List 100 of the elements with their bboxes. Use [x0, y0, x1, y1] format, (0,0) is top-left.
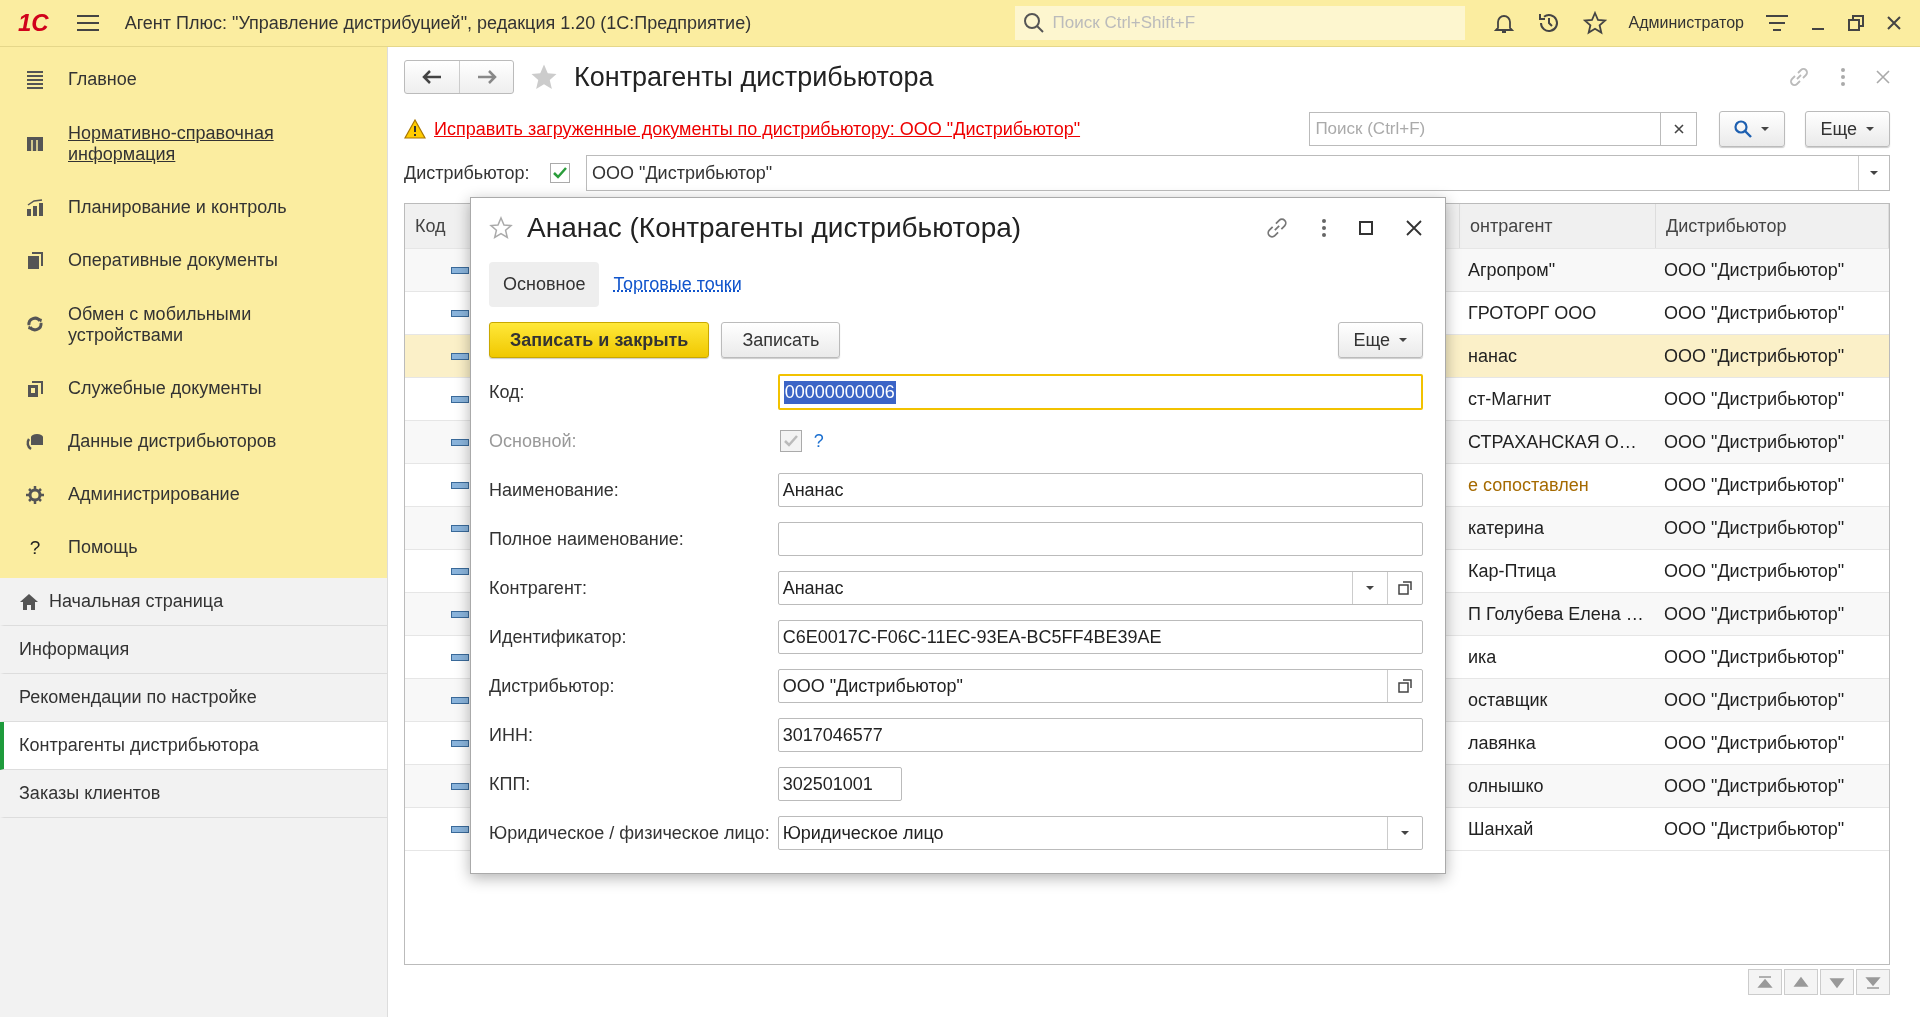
input-field[interactable]: 00000000006: [777, 374, 1423, 410]
star-icon[interactable]: [489, 216, 513, 240]
link-icon[interactable]: [1265, 216, 1289, 240]
window-title: Агент Плюс: "Управление дистрибуцией", редакция 1.20 (1С:Предприятие): [124, 12, 752, 34]
open-window-tab[interactable]: Контрагенты дистрибьютора: [0, 722, 387, 770]
filter-checkbox[interactable]: [550, 163, 570, 183]
dialog-title: Ананас (Контрагенты дистрибьютора): [527, 212, 1022, 244]
item-icon: [451, 739, 469, 747]
open-window-icon: [1398, 581, 1412, 595]
scroll-bottom-button[interactable]: [1856, 969, 1890, 995]
input-field[interactable]: Юридическое лицо: [777, 816, 1423, 850]
item-icon: [451, 309, 469, 317]
table-cell-text: ГРОТОРГ ООО: [1467, 302, 1598, 324]
table-cell-text: ООО "Дистрибьютор": [1663, 259, 1846, 281]
table-cell-text: олнышко: [1467, 775, 1545, 797]
input-field[interactable]: 3017046577: [777, 718, 1423, 752]
maximize-icon[interactable]: [1359, 221, 1373, 235]
column-header[interactable]: Дистрибьютор: [1656, 204, 1889, 248]
page-title: Контрагенты дистрибьютора: [574, 61, 934, 93]
search-input[interactable]: Поиск Ctrl+Shift+F: [1050, 7, 1457, 39]
search-field[interactable]: Поиск (Ctrl+F): [1309, 112, 1662, 146]
dropdown-caret-icon: [1869, 170, 1879, 176]
restore-icon[interactable]: [1848, 15, 1864, 31]
first-arrow-icon: [1756, 974, 1774, 990]
scroll-top-button[interactable]: [1748, 969, 1782, 995]
section-link[interactable]: Планирование и контроль: [68, 197, 287, 218]
section-link[interactable]: Данные дистрибьюторов: [68, 431, 277, 452]
bell-icon[interactable]: [1492, 12, 1515, 34]
filter-combobox[interactable]: ООО "Дистрибьютор": [586, 155, 1890, 191]
item-icon: [451, 782, 469, 790]
section-link[interactable]: Оперативные документы: [68, 250, 279, 271]
table-cell-text: ООО "Дистрибьютор": [1663, 388, 1846, 410]
table-cell-text: лавянка: [1467, 732, 1537, 754]
caret-icon: [1865, 126, 1875, 132]
clear-button[interactable]: [1661, 112, 1698, 146]
input-field[interactable]: 302501001: [777, 767, 902, 801]
table-cell-text: ООО "Дистрибьютор": [1663, 818, 1846, 840]
section-link[interactable]: Служебные документы: [68, 378, 262, 399]
table-cell-text: оставщик: [1467, 689, 1549, 711]
settings-menu-icon[interactable]: [1766, 14, 1788, 32]
home-icon: [19, 592, 39, 611]
input-field[interactable]: ООО "Дистрибьютор": [777, 669, 1423, 703]
caret-icon: [1398, 337, 1408, 343]
table-cell-text: Кар-Птица: [1467, 560, 1558, 582]
more-icon[interactable]: [1321, 218, 1327, 238]
app-logo: 1С: [18, 9, 49, 37]
menu-icon[interactable]: [76, 14, 99, 32]
tab[interactable]: Основное: [489, 261, 600, 307]
input-field[interactable]: Ананас: [777, 571, 1423, 605]
input-field[interactable]: Ананас: [777, 473, 1423, 507]
close-icon: [1673, 124, 1684, 134]
item-icon: [451, 825, 469, 833]
search-bar[interactable]: Поиск Ctrl+Shift+F: [1014, 6, 1465, 40]
section-link[interactable]: Помощь: [68, 537, 138, 558]
more-button[interactable]: Еще: [1338, 322, 1423, 358]
item-icon: [451, 481, 469, 489]
table-cell-text: нанас: [1467, 345, 1518, 367]
table-cell-text: ика: [1467, 646, 1498, 668]
search-icon: [1022, 12, 1045, 34]
field-label: Наименование:: [489, 478, 620, 502]
table-cell-text: ООО "Дистрибьютор": [1663, 689, 1846, 711]
save-and-close-button[interactable]: Записать и закрыть: [489, 322, 710, 358]
bar-chart-icon: [24, 196, 46, 219]
item-icon: [451, 352, 469, 360]
table-cell-text: ООО "Дистрибьютор": [1663, 560, 1846, 582]
dropdown-caret-icon: [1365, 585, 1375, 591]
column-header[interactable]: онтрагент: [1460, 204, 1656, 248]
open-window-icon: [1398, 679, 1412, 693]
user-name[interactable]: Администратор: [1628, 14, 1744, 32]
field-label: ИНН:: [489, 723, 534, 747]
item-icon: [451, 610, 469, 618]
section-link[interactable]: Главное: [68, 69, 137, 90]
input-field[interactable]: C6E0017C-F06C-11EC-93EA-BC5FF4BE39AE: [777, 620, 1423, 654]
history-icon[interactable]: [1536, 11, 1561, 35]
close-icon[interactable]: [1886, 15, 1902, 31]
dropdown-caret-icon: [1400, 830, 1410, 836]
scroll-up-button[interactable]: [1784, 969, 1818, 995]
table-cell-text: катерина: [1467, 517, 1545, 539]
tab[interactable]: Торговые точки: [613, 273, 742, 295]
search-button[interactable]: [1719, 111, 1786, 147]
field-label: Юридическое / физическое лицо:: [489, 821, 770, 845]
warning-link[interactable]: Исправить загруженные документы по дистрибьютору: ООО "Дистрибьютор": [434, 118, 1081, 140]
section-link[interactable]: Администрирование: [68, 484, 240, 505]
star-icon[interactable]: [1582, 11, 1607, 35]
table-cell-text: е сопоставлен: [1467, 474, 1590, 496]
input-field[interactable]: [777, 522, 1423, 556]
open-window-tab[interactable]: Информация: [0, 626, 387, 674]
filter-label: Дистрибьютор:: [404, 162, 531, 184]
arrow-right-icon: [476, 70, 497, 84]
save-button[interactable]: Записать: [721, 322, 841, 358]
close-icon[interactable]: [1405, 219, 1423, 237]
section-link[interactable]: Нормативно-справочная информация: [68, 122, 363, 165]
item-icon: [451, 395, 469, 403]
scroll-down-button[interactable]: [1820, 969, 1854, 995]
open-window-tab[interactable]: Заказы клиентов: [0, 770, 387, 818]
more-button[interactable]: Еще: [1805, 111, 1890, 147]
checkmark-icon: [782, 434, 799, 448]
table-cell-text: Агропром": [1467, 259, 1557, 281]
open-window-tab[interactable]: Начальная страница: [0, 578, 387, 626]
section-link[interactable]: Обмен с мобильными устройствами: [68, 303, 363, 346]
